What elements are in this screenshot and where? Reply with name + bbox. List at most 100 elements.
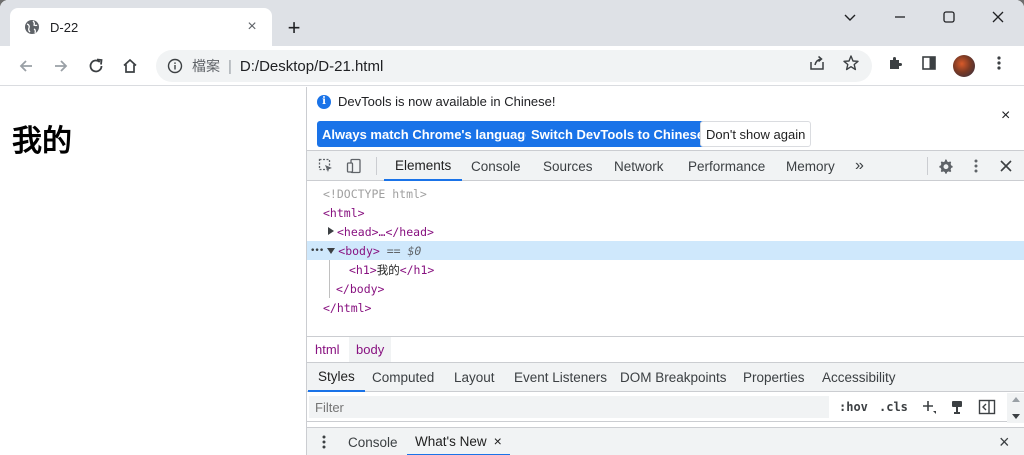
tree-line-doctype[interactable]: <!DOCTYPE html> xyxy=(307,184,1024,203)
drawer-tab-whats-new-label: What's New xyxy=(415,433,487,449)
inspect-element-icon[interactable] xyxy=(316,156,336,176)
back-arrow-icon[interactable] xyxy=(12,52,40,80)
maximize-icon[interactable] xyxy=(925,0,973,34)
always-match-language-button[interactable]: Always match Chrome's language xyxy=(317,121,538,147)
address-bar[interactable]: 檔案 | D:/Desktop/D-21.html xyxy=(156,50,872,82)
body-close-tag: </body> xyxy=(336,281,385,296)
browser-toolbar: 檔案 | D:/Desktop/D-21.html xyxy=(0,46,1024,86)
styles-scrollbar[interactable] xyxy=(1007,393,1024,423)
devtools-tab-bar: Elements Console Sources Network Perform… xyxy=(307,151,1024,181)
expand-triangle-icon[interactable] xyxy=(327,225,335,239)
tab-elements[interactable]: Elements xyxy=(384,151,463,181)
tab-styles[interactable]: Styles xyxy=(308,363,365,392)
h1-close-tag: </h1> xyxy=(399,262,435,277)
drawer-tab-close-icon[interactable]: × xyxy=(494,433,502,449)
share-icon[interactable] xyxy=(807,53,827,73)
tree-line-body-close[interactable]: </body> xyxy=(307,279,1024,298)
infobar-message: DevTools is now available in Chinese! xyxy=(338,94,556,109)
drawer-menu-icon[interactable] xyxy=(317,428,331,455)
infobar-close-icon[interactable]: × xyxy=(1001,107,1010,125)
infobar-message-row: i DevTools is now available in Chinese! xyxy=(317,94,556,109)
tab-strip: D-22 × + xyxy=(0,0,1024,46)
body-open-tag: <body> xyxy=(338,243,380,258)
selected-node-marker: == $0 xyxy=(379,243,422,258)
language-infobar: i DevTools is now available in Chinese! … xyxy=(307,87,1024,151)
forward-arrow-icon[interactable] xyxy=(47,52,75,80)
new-tab-button[interactable]: + xyxy=(282,15,306,40)
tab-network[interactable]: Network xyxy=(614,151,664,181)
side-panel-icon[interactable] xyxy=(919,53,939,73)
profile-avatar[interactable] xyxy=(953,55,975,77)
settings-gear-icon[interactable] xyxy=(935,156,955,176)
tab-close-icon[interactable]: × xyxy=(242,17,262,37)
tree-line-head[interactable]: <head>…</head> xyxy=(307,222,1024,241)
device-toolbar-icon[interactable] xyxy=(344,156,364,176)
tab-search-chevron-icon[interactable] xyxy=(826,0,874,34)
tab-dom-breakpoints[interactable]: DOM Breakpoints xyxy=(620,363,727,392)
minimize-icon[interactable] xyxy=(876,0,924,34)
new-style-rule-icon[interactable] xyxy=(921,397,937,417)
url-text[interactable]: D:/Desktop/D-21.html xyxy=(240,58,383,75)
bookmark-star-icon[interactable] xyxy=(841,53,861,73)
browser-window: D-22 × + 檔案 | D:/Desktop/D-21.html 我的 i … xyxy=(0,0,1024,455)
page-heading: 我的 xyxy=(12,124,72,159)
tree-line-h1[interactable]: <h1> 我的 </h1> xyxy=(307,260,1024,279)
tab-memory[interactable]: Memory xyxy=(786,151,835,181)
tab-accessibility[interactable]: Accessibility xyxy=(822,363,896,392)
styles-filter-bar: :hov .cls xyxy=(307,392,1024,422)
switch-to-chinese-button[interactable]: Switch DevTools to Chinese xyxy=(526,121,710,147)
site-info-icon[interactable] xyxy=(166,57,184,75)
omnibox-separator: | xyxy=(228,57,232,75)
tab-performance[interactable]: Performance xyxy=(688,151,765,181)
h1-open-tag: <h1> xyxy=(349,262,377,277)
html-open-tag: <html> xyxy=(323,205,365,220)
drawer-tab-console[interactable]: Console xyxy=(348,428,398,455)
devtools-panel: i DevTools is now available in Chinese! … xyxy=(306,87,1024,455)
tab-computed[interactable]: Computed xyxy=(372,363,434,392)
tree-line-html-close[interactable]: </html> xyxy=(307,298,1024,317)
browser-tab[interactable]: D-22 × xyxy=(10,8,272,46)
tab-event-listeners[interactable]: Event Listeners xyxy=(514,363,607,392)
tree-line-html[interactable]: <html> xyxy=(307,203,1024,222)
breadcrumb: html body xyxy=(307,336,1024,362)
tree-indent-guide xyxy=(329,260,330,298)
node-actions-dots[interactable]: ••• xyxy=(310,246,324,256)
collapse-triangle-icon[interactable] xyxy=(326,244,336,258)
toolbar-divider xyxy=(376,157,377,175)
window-close-icon[interactable] xyxy=(974,0,1022,34)
tab-layout[interactable]: Layout xyxy=(454,363,495,392)
hover-state-toggle[interactable]: :hov xyxy=(839,397,868,417)
info-icon: i xyxy=(317,94,331,109)
omnibox-scheme-label: 檔案 xyxy=(192,58,220,74)
computed-sidebar-toggle-icon[interactable] xyxy=(978,397,996,417)
drawer-close-icon[interactable]: × xyxy=(999,428,1010,455)
devtools-drawer: Console What's New × × xyxy=(307,427,1024,455)
element-state-icon[interactable] xyxy=(949,397,965,417)
extensions-icon[interactable] xyxy=(885,53,905,73)
tab-console[interactable]: Console xyxy=(471,151,521,181)
breadcrumb-html[interactable]: html xyxy=(308,337,347,362)
tab-sources[interactable]: Sources xyxy=(543,151,593,181)
styles-filter-input[interactable] xyxy=(309,396,829,418)
home-icon[interactable] xyxy=(116,52,144,80)
page-viewport: 我的 xyxy=(0,87,306,455)
devtools-more-icon[interactable] xyxy=(966,156,986,176)
h1-text-node: 我的 xyxy=(376,262,400,277)
tab-title: D-22 xyxy=(50,19,79,35)
html-close-tag: </html> xyxy=(323,300,372,315)
tab-properties[interactable]: Properties xyxy=(743,363,805,392)
elements-tree: <!DOCTYPE html> <html> <head>…</head> ••… xyxy=(307,181,1024,336)
devtools-close-icon[interactable] xyxy=(996,156,1016,176)
drawer-tab-whats-new[interactable]: What's New × xyxy=(407,428,510,455)
more-vertical-icon[interactable] xyxy=(989,53,1009,73)
dont-show-again-button[interactable]: Don't show again xyxy=(700,121,812,147)
tree-line-body-selected[interactable]: ••• <body> == $0 xyxy=(307,241,1024,260)
breadcrumb-body[interactable]: body xyxy=(349,337,392,362)
reload-icon[interactable] xyxy=(82,52,110,80)
globe-icon xyxy=(24,19,40,35)
head-collapsed-tag: <head>…</head> xyxy=(337,224,434,239)
class-toggle[interactable]: .cls xyxy=(879,397,908,417)
styles-tab-bar: Styles Computed Layout Event Listeners D… xyxy=(307,362,1024,392)
toolbar-divider xyxy=(927,157,928,175)
more-tabs-icon[interactable]: » xyxy=(855,151,864,181)
